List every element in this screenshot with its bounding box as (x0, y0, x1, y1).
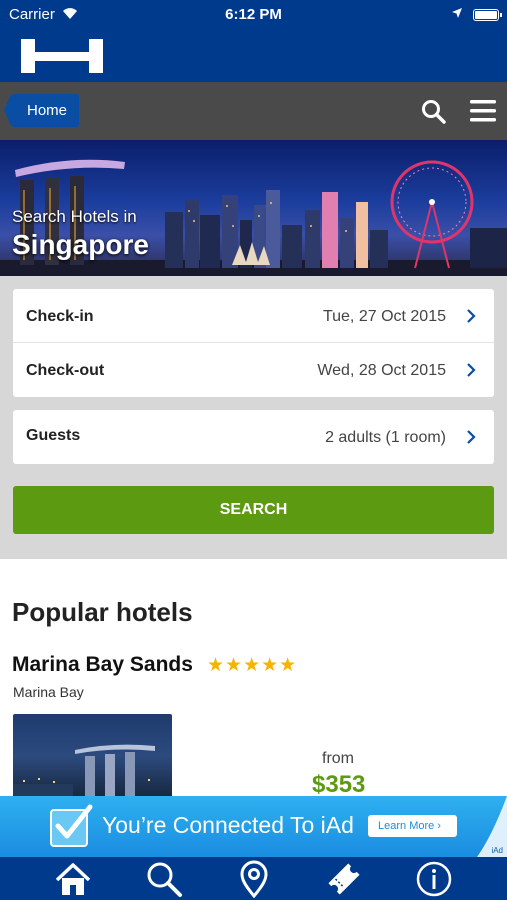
guests-label: Guests (26, 427, 81, 444)
search-icon[interactable] (144, 860, 184, 898)
chevron-right-icon (467, 309, 476, 323)
learn-more-button[interactable]: Learn More › (368, 815, 457, 837)
hero-city-title: Singapore (12, 229, 149, 260)
search-button[interactable]: SEARCH (13, 486, 494, 534)
hotel-area: Marina Bay (13, 684, 84, 700)
iad-badge: iAd (491, 846, 503, 855)
info-icon[interactable] (414, 860, 454, 898)
checkin-value: Tue, 27 Oct 2015 (322, 308, 446, 325)
dates-card: Check-in Tue, 27 Oct 2015 Check-out Wed,… (13, 289, 494, 397)
checkin-label: Check-in (26, 308, 94, 325)
hamburger-menu-icon[interactable] (469, 99, 497, 123)
hero-subtitle: Search Hotels in (12, 207, 137, 226)
chevron-right-icon (467, 430, 476, 444)
hotels-logo-icon (21, 39, 103, 73)
checkout-row[interactable]: Check-out Wed, 28 Oct 2015 (13, 343, 494, 397)
location-arrow-icon (452, 8, 462, 18)
status-bar: Carrier 6:12 PM (0, 0, 507, 28)
guests-card: Guests 2 adults (1 room) (13, 410, 494, 464)
checkout-value: Wed, 28 Oct 2015 (317, 362, 446, 379)
iad-banner[interactable]: You’re Connected To iAd Learn More › iAd (0, 796, 507, 857)
hotel-photo[interactable] (13, 714, 172, 799)
marina-bay-sands-image (13, 744, 155, 799)
hotel-star-rating: ★★★★★ (207, 655, 298, 676)
hotel-price: $353 (312, 771, 366, 798)
location-pin-icon[interactable] (234, 860, 274, 898)
home-button[interactable]: Home (3, 94, 80, 127)
search-icon[interactable] (420, 98, 448, 126)
hotel-name[interactable]: Marina Bay Sands (12, 653, 193, 677)
chevron-right-icon (467, 363, 476, 377)
search-form: Check-in Tue, 27 Oct 2015 Check-out Wed,… (0, 276, 507, 559)
hero-banner: Search Hotels in Singapore (0, 140, 507, 276)
checkout-label: Check-out (26, 362, 105, 379)
popular-hotels-title: Popular hotels (12, 597, 193, 627)
home-icon[interactable] (53, 860, 93, 898)
checkbox-checked-icon (50, 804, 93, 847)
app-header (0, 28, 507, 82)
guests-row[interactable]: Guests 2 adults (1 room) (13, 410, 494, 464)
guests-value: 2 adults (1 room) (325, 429, 446, 446)
nav-bar: Home (0, 82, 507, 140)
price-from-label: from (322, 750, 354, 767)
ad-text: You’re Connected To iAd (102, 812, 354, 838)
clock-time: 6:12 PM (225, 6, 282, 23)
battery-icon (473, 9, 502, 21)
ticket-icon[interactable] (324, 860, 364, 898)
tab-bar (0, 857, 507, 900)
checkin-row[interactable]: Check-in Tue, 27 Oct 2015 (13, 289, 494, 343)
